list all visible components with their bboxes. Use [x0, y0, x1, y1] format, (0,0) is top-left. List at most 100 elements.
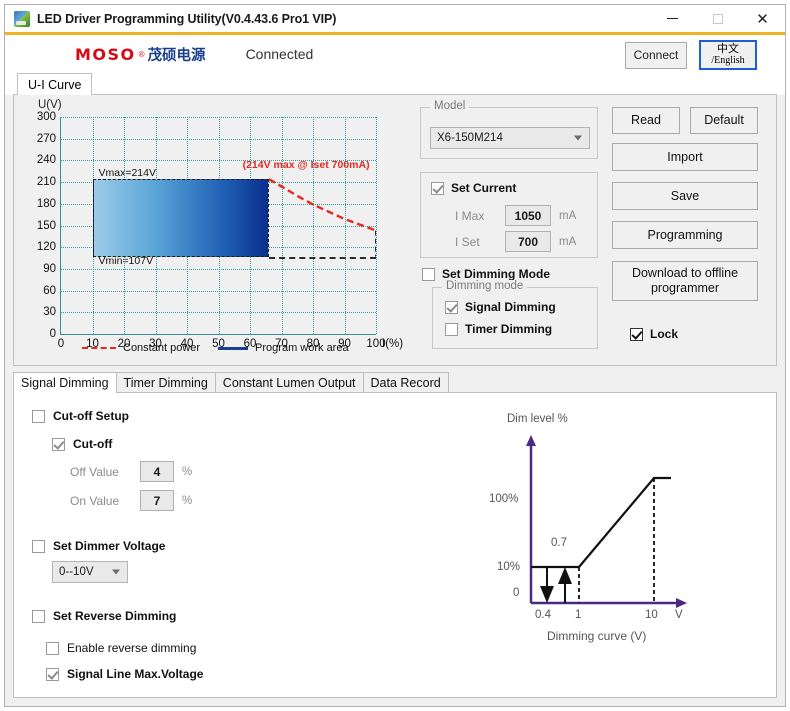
language-toggle-button[interactable]: 中文 /English	[699, 40, 757, 70]
chart-y-tick: 180	[36, 197, 56, 210]
dimming-mode-group-title: Dimming mode	[442, 280, 528, 292]
signal-line-max-voltage-row[interactable]: Signal Line Max.Voltage	[46, 667, 332, 681]
model-group: Model X6-150M214	[420, 100, 598, 159]
chart-y-tick: 300	[36, 111, 56, 123]
tab-signal-dimming[interactable]: Signal Dimming	[13, 372, 117, 393]
chart-gridline-vertical	[376, 117, 377, 334]
dim-curve-svg	[526, 435, 687, 608]
dim-curve-xtick-1: 1	[575, 609, 582, 621]
tab-data-record[interactable]: Data Record	[362, 372, 449, 393]
chart-y-tick: 210	[36, 176, 56, 189]
set-current-checkbox[interactable]	[431, 181, 444, 195]
close-button[interactable]: ✕	[740, 5, 785, 32]
imax-row: I Max 1050 mA	[455, 205, 595, 226]
set-reverse-dimming-checkbox[interactable]	[32, 609, 45, 623]
imax-unit: mA	[559, 209, 577, 222]
enable-reverse-dimming-row[interactable]: Enable reverse dimming	[46, 641, 332, 655]
programming-button[interactable]: Programming	[612, 221, 758, 249]
tab-ui-curve[interactable]: U-I Curve	[17, 73, 93, 95]
lock-checkbox-row[interactable]: Lock	[630, 327, 678, 341]
off-value-input[interactable]: 4	[140, 461, 174, 482]
signal-dimming-panel: Cut-off Setup Cut-off Off Value 4 % On V…	[13, 392, 777, 698]
top-tab-strip: U-I Curve	[5, 73, 785, 95]
imax-input[interactable]: 1050	[505, 205, 551, 226]
default-button[interactable]: Default	[690, 107, 758, 134]
cutoff-row[interactable]: Cut-off	[52, 437, 332, 451]
bottom-tab-strip: Signal Dimming Timer Dimming Constant Lu…	[13, 372, 777, 393]
download-offline-button[interactable]: Download to offline programmer	[612, 261, 758, 301]
legend-item-constant-power: Constant power	[82, 342, 200, 354]
app-logo-icon	[14, 10, 30, 27]
on-value-unit: %	[182, 494, 193, 507]
set-current-checkbox-row[interactable]: Set Current	[431, 181, 516, 195]
timer-dimming-label: Timer Dimming	[465, 322, 553, 336]
dimming-curve-chart: Dim level % 100% 10% 0 0.7 0.4 1 10 V Di…	[469, 401, 759, 651]
iset-label: I Set	[455, 234, 480, 249]
connect-button[interactable]: Connect	[625, 41, 687, 69]
lower-panel: Signal Dimming Timer Dimming Constant Lu…	[13, 372, 777, 698]
dim-curve-caption: Dimming curve (V)	[547, 629, 647, 643]
iset-input[interactable]: 700	[505, 231, 551, 252]
chart-plot-area: (214V max @ Iset 700mA) Vmax=214V Vmin=1…	[37, 111, 403, 350]
dim-curve-ytick-0: 0	[513, 587, 520, 599]
close-icon: ✕	[756, 10, 769, 28]
ui-curve-chart: U(V) (214V max @ Iset 700mA) Vmax=214V V…	[22, 99, 403, 361]
on-value-input[interactable]: 7	[140, 490, 174, 511]
window-title: LED Driver Programming Utility(V0.4.43.6…	[37, 11, 337, 26]
set-dimmer-voltage-checkbox[interactable]	[32, 539, 45, 553]
dimmer-voltage-select[interactable]: 0--10V	[52, 561, 128, 583]
window-controls: ✕	[650, 5, 785, 32]
signal-line-max-voltage-checkbox[interactable]	[46, 667, 59, 681]
signal-dimming-option-row[interactable]: Signal Dimming	[445, 300, 556, 314]
timer-dimming-checkbox[interactable]	[445, 322, 458, 336]
dim-curve-ytick-100: 100%	[489, 493, 519, 505]
on-value-row: On Value 7 %	[70, 490, 332, 511]
chart-y-tick: 90	[43, 262, 56, 275]
lock-checkbox[interactable]	[630, 327, 643, 341]
read-button[interactable]: Read	[612, 107, 680, 134]
dimmer-voltage-selected-value: 0--10V	[59, 566, 94, 578]
tab-constant-lumen-output[interactable]: Constant Lumen Output	[214, 372, 364, 393]
iset-unit: mA	[559, 235, 577, 248]
chart-y-tick: 60	[43, 284, 56, 297]
chart-y-axis-label: U(V)	[38, 99, 62, 111]
chevron-down-icon	[574, 135, 582, 141]
set-dimming-mode-checkbox-row[interactable]: Set Dimming Mode	[422, 267, 550, 281]
ui-curve-panel: U(V) (214V max @ Iset 700mA) Vmax=214V V…	[13, 94, 777, 366]
on-value-label: On Value	[70, 493, 120, 508]
import-button[interactable]: Import	[612, 143, 758, 171]
cutoff-setup-row[interactable]: Cut-off Setup	[32, 409, 332, 423]
save-button[interactable]: Save	[612, 182, 758, 210]
signal-dimming-label: Signal Dimming	[465, 300, 556, 314]
language-label-en: /English	[711, 54, 745, 66]
cutoff-label: Cut-off	[73, 437, 113, 451]
set-dimmer-voltage-label: Set Dimmer Voltage	[53, 539, 166, 553]
chart-y-tick: 150	[36, 219, 56, 232]
signal-dimming-checkbox[interactable]	[445, 300, 458, 314]
cutoff-setup-checkbox[interactable]	[32, 409, 45, 423]
cutoff-checkbox[interactable]	[52, 437, 65, 451]
chart-y-tick: 120	[36, 241, 56, 254]
brand-name: MOSO	[75, 44, 136, 64]
title-bar: LED Driver Programming Utility(V0.4.43.6…	[5, 5, 785, 35]
set-reverse-dimming-row[interactable]: Set Reverse Dimming	[32, 609, 332, 623]
timer-dimming-option-row[interactable]: Timer Dimming	[445, 322, 552, 336]
minimize-button[interactable]	[650, 5, 695, 32]
legend-label-work-area: Program work area	[255, 342, 349, 354]
tab-timer-dimming[interactable]: Timer Dimming	[115, 372, 216, 393]
enable-reverse-dimming-checkbox[interactable]	[46, 641, 59, 655]
chevron-down-icon	[112, 569, 120, 575]
header-actions: Connect 中文 /English	[625, 40, 757, 70]
dim-curve-x-unit: V	[675, 609, 683, 621]
set-dimmer-voltage-row[interactable]: Set Dimmer Voltage	[32, 539, 332, 553]
maximize-button[interactable]	[695, 5, 740, 32]
dim-curve-ytick-10: 10%	[497, 561, 521, 573]
model-select[interactable]: X6-150M214	[430, 127, 590, 149]
brand-name-cn: 茂硕电源	[147, 47, 206, 64]
set-dimming-mode-checkbox[interactable]	[422, 267, 435, 281]
signal-line-max-voltage-label: Signal Line Max.Voltage	[67, 667, 204, 681]
minimize-icon	[667, 17, 678, 20]
chart-x-tick: 0	[57, 338, 65, 350]
model-group-title: Model	[430, 100, 470, 112]
dimming-mode-group: Dimming mode Signal Dimming Timer Dimmin…	[432, 280, 598, 349]
